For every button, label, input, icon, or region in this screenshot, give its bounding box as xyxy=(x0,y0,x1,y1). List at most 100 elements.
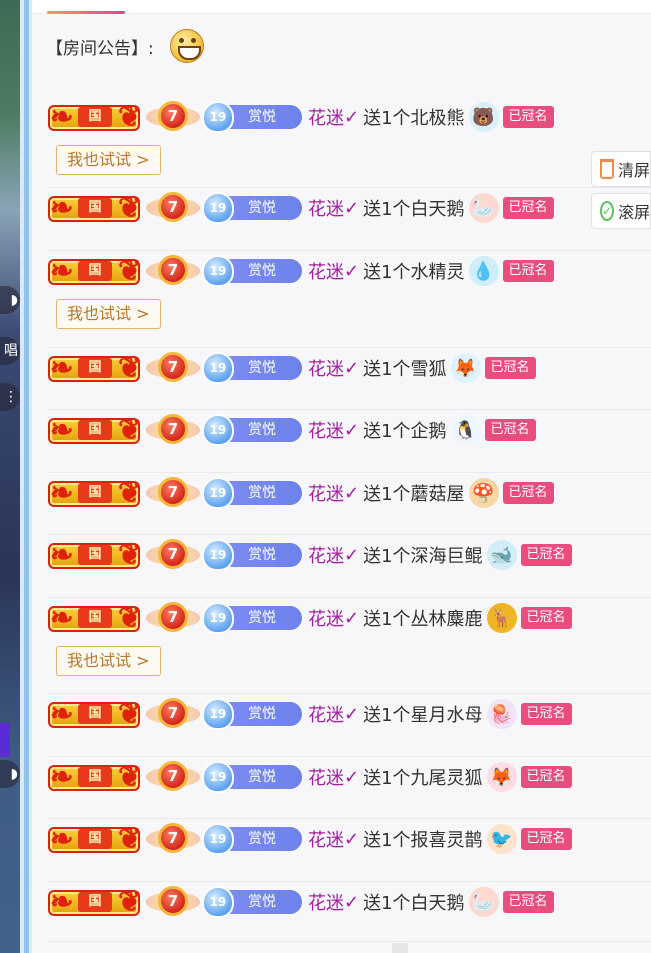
swan-icon: 🦢 xyxy=(468,193,499,223)
try-gift-button[interactable]: 我也试试 > xyxy=(56,145,161,175)
rank-number: 7 xyxy=(158,698,188,728)
username[interactable]: 花迷 xyxy=(308,195,344,221)
national-badge-icon[interactable]: ❧ ❦ 国 xyxy=(48,412,142,448)
trash-icon xyxy=(600,159,614,179)
level-badge[interactable]: 19 赏悦 xyxy=(202,192,302,224)
username[interactable]: 花迷 xyxy=(308,764,344,790)
username[interactable]: 花迷 xyxy=(308,701,344,727)
message-line: ❧ ❦ 国 7 19 赏悦 花迷 ✓ 送1个报喜灵鹊 🐦 已冠名 xyxy=(48,819,572,859)
national-badge-icon[interactable]: ❧ ❦ 国 xyxy=(48,190,142,226)
scroll-screen-label: 滚屏 xyxy=(618,203,651,222)
badge-guo-label: 国 xyxy=(78,483,112,503)
chat-message: ❧ ❦ 国 7 19 赏悦 花迷 ✓ 送1个北极熊 🐻 已冠名 我也试试 > xyxy=(48,97,651,188)
national-badge-icon[interactable]: ❧ ❦ 国 xyxy=(48,475,142,511)
level-text: 赏悦 xyxy=(248,360,276,376)
gift-text: 送1个北极熊 xyxy=(363,108,465,129)
scroll-up-icon[interactable] xyxy=(392,943,408,953)
snow-fox-icon: 🦊 xyxy=(450,353,481,383)
volume-icon[interactable]: ◗ xyxy=(0,286,20,314)
chat-message: ❧ ❦ 国 7 19 赏悦 花迷 ✓ 送1个蘑菇屋 🍄 已冠名 xyxy=(48,473,651,535)
volume-icon[interactable]: ◗ xyxy=(0,760,20,788)
nine-tail-fox-icon: 🦊 xyxy=(486,762,517,792)
level-badge[interactable]: 19 赏悦 xyxy=(202,255,302,287)
rank-badge-icon[interactable]: 7 xyxy=(146,410,200,450)
gift-text: 送1个报喜灵鹊 xyxy=(363,830,483,851)
username[interactable]: 花迷 xyxy=(308,889,344,915)
verified-check-icon: ✓ xyxy=(344,828,360,850)
username[interactable]: 花迷 xyxy=(308,417,344,443)
scroll-screen-button[interactable]: ✓ 滚屏 xyxy=(591,193,651,229)
username[interactable]: 花迷 xyxy=(308,355,344,381)
level-badge[interactable]: 19 赏悦 xyxy=(202,101,302,133)
rank-badge-icon[interactable]: 7 xyxy=(146,882,200,922)
side-tools: 清屏 ✓ 滚屏 xyxy=(591,151,651,235)
named-badge: 已冠名 xyxy=(484,419,536,441)
notice-label: 【房间公告】: xyxy=(46,38,154,59)
rank-number: 7 xyxy=(158,352,188,382)
level-badge[interactable]: 19 赏悦 xyxy=(202,414,302,446)
message-line: ❧ ❦ 国 7 19 赏悦 花迷 ✓ 送1个九尾灵狐 🦊 已冠名 xyxy=(48,757,572,797)
more-icon[interactable]: ⋮ xyxy=(0,383,20,411)
level-badge[interactable]: 19 赏悦 xyxy=(202,539,302,571)
badge-guo-label: 国 xyxy=(78,608,112,628)
message-line: ❧ ❦ 国 7 19 赏悦 花迷 ✓ 送1个星月水母 🪼 已冠名 xyxy=(48,694,572,734)
national-badge-icon[interactable]: ❧ ❦ 国 xyxy=(48,600,142,636)
gift-text: 送1个九尾灵狐 xyxy=(363,768,483,789)
named-badge: 已冠名 xyxy=(502,260,554,282)
badge-guo-label: 国 xyxy=(78,704,112,724)
national-badge-icon[interactable]: ❧ ❦ 国 xyxy=(48,821,142,857)
gift-text: 送1个蘑菇屋 xyxy=(363,484,465,505)
national-badge-icon[interactable]: ❧ ❦ 国 xyxy=(48,99,142,135)
national-badge-icon[interactable]: ❧ ❦ 国 xyxy=(48,884,142,920)
rank-badge-icon[interactable]: 7 xyxy=(146,473,200,513)
named-badge: 已冠名 xyxy=(502,106,554,128)
gift-text: 送1个白天鹅 xyxy=(363,893,465,914)
rank-badge-icon[interactable]: 7 xyxy=(146,535,200,575)
username[interactable]: 花迷 xyxy=(308,542,344,568)
rank-number: 7 xyxy=(158,101,188,131)
badge-guo-label: 国 xyxy=(78,545,112,565)
national-badge-icon[interactable]: ❧ ❦ 国 xyxy=(48,537,142,573)
verified-check-icon: ✓ xyxy=(344,260,360,282)
verified-check-icon: ✓ xyxy=(344,544,360,566)
clear-screen-button[interactable]: 清屏 xyxy=(591,151,651,187)
level-badge[interactable]: 19 赏悦 xyxy=(202,823,302,855)
level-badge[interactable]: 19 赏悦 xyxy=(202,761,302,793)
rank-badge-icon[interactable]: 7 xyxy=(146,598,200,638)
polar-bear-icon: 🐻 xyxy=(468,102,499,132)
level-badge[interactable]: 19 赏悦 xyxy=(202,352,302,384)
username[interactable]: 花迷 xyxy=(308,605,344,631)
rank-badge-icon[interactable]: 7 xyxy=(146,97,200,137)
username[interactable]: 花迷 xyxy=(308,826,344,852)
rank-number: 7 xyxy=(158,761,188,791)
national-badge-icon[interactable]: ❧ ❦ 国 xyxy=(48,253,142,289)
national-badge-icon[interactable]: ❧ ❦ 国 xyxy=(48,696,142,732)
badge-guo-label: 国 xyxy=(78,767,112,787)
username[interactable]: 花迷 xyxy=(308,480,344,506)
rank-badge-icon[interactable]: 7 xyxy=(146,694,200,734)
try-gift-button[interactable]: 我也试试 > xyxy=(56,299,161,329)
username[interactable]: 花迷 xyxy=(308,104,344,130)
badge-guo-label: 国 xyxy=(78,107,112,127)
level-badge[interactable]: 19 赏悦 xyxy=(202,886,302,918)
named-badge: 已冠名 xyxy=(502,197,554,219)
message-line: ❧ ❦ 国 7 19 赏悦 花迷 ✓ 送1个深海巨鲲 🐋 已冠名 xyxy=(48,535,572,575)
side-tab[interactable] xyxy=(0,723,10,757)
rank-badge-icon[interactable]: 7 xyxy=(146,819,200,859)
try-gift-button[interactable]: 我也试试 > xyxy=(56,646,161,676)
rank-number: 7 xyxy=(158,886,188,916)
badge-guo-label: 国 xyxy=(78,829,112,849)
chat-message: ❧ ❦ 国 7 19 赏悦 花迷 ✓ 送1个白天鹅 🦢 已冠名 xyxy=(48,882,651,942)
username[interactable]: 花迷 xyxy=(308,258,344,284)
level-badge[interactable]: 19 赏悦 xyxy=(202,602,302,634)
rank-badge-icon[interactable]: 7 xyxy=(146,188,200,228)
national-badge-icon[interactable]: ❧ ❦ 国 xyxy=(48,759,142,795)
rank-badge-icon[interactable]: 7 xyxy=(146,757,200,797)
national-badge-icon[interactable]: ❧ ❦ 国 xyxy=(48,350,142,386)
level-text: 赏悦 xyxy=(248,422,276,438)
gift-text: 送1个丛林麋鹿 xyxy=(363,609,483,630)
level-badge[interactable]: 19 赏悦 xyxy=(202,698,302,730)
level-badge[interactable]: 19 赏悦 xyxy=(202,477,302,509)
rank-badge-icon[interactable]: 7 xyxy=(146,251,200,291)
rank-badge-icon[interactable]: 7 xyxy=(146,348,200,388)
